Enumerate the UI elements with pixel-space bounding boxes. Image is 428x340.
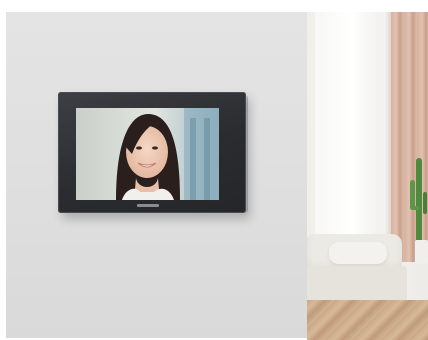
sofa-cushion xyxy=(329,242,387,264)
plant-pot xyxy=(415,240,428,264)
product-scene xyxy=(0,0,428,340)
sofa-seat xyxy=(307,266,407,304)
wood-floor xyxy=(307,300,428,340)
room-photo xyxy=(307,12,428,340)
window-light xyxy=(315,12,377,252)
brand-logo xyxy=(137,204,159,207)
monitor-screen xyxy=(76,108,219,200)
cactus-plant-icon xyxy=(410,158,427,244)
face-photo-icon xyxy=(76,108,219,200)
